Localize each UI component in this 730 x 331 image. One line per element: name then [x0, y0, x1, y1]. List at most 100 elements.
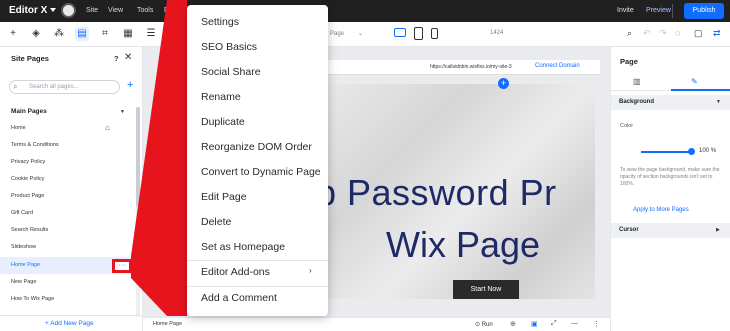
cursor-section-header[interactable]: Cursor ▶ — [611, 223, 730, 238]
zoom-icon[interactable]: ⌕ — [627, 28, 632, 39]
page-row-home[interactable]: Home ⌂ — [0, 120, 136, 137]
hero-start-button[interactable]: Start Now — [453, 280, 519, 299]
opacity-value[interactable]: 100 % — [699, 148, 716, 154]
current-page-label[interactable]: Home Page — [153, 321, 182, 327]
desktop-icon[interactable] — [394, 28, 406, 37]
table-icon[interactable]: ☰ — [144, 27, 158, 41]
comments-icon[interactable]: ▢ — [694, 28, 703, 39]
background-section-header[interactable]: Background ▼ — [611, 95, 730, 110]
page-row[interactable]: Gift Card — [0, 205, 136, 222]
width-readout[interactable]: 1424 — [490, 30, 503, 36]
menu-item-duplicate[interactable]: Duplicate — [187, 111, 328, 135]
caret-down-icon[interactable] — [177, 77, 183, 82]
add-section-icon[interactable]: + — [498, 78, 509, 89]
publish-button[interactable]: Publish — [684, 3, 724, 19]
divider — [672, 4, 673, 18]
more-icon[interactable]: ⋮ — [593, 320, 600, 328]
apps-icon[interactable]: ⁂ — [52, 27, 66, 41]
help-icon[interactable]: ? — [114, 54, 119, 63]
inspector-tabs: ▥ ✎ — [611, 73, 730, 91]
layers-icon[interactable]: ◈ — [29, 27, 43, 41]
preview-button[interactable]: Preview — [646, 7, 671, 14]
page-label: How To Wix Page — [11, 296, 55, 302]
mobile-icon[interactable] — [431, 28, 438, 39]
menu-view[interactable]: View — [108, 7, 123, 14]
strip-more-icon[interactable]: ··· — [175, 304, 182, 311]
scrollbar[interactable] — [136, 107, 140, 317]
media-icon[interactable]: ⌗ — [98, 27, 112, 41]
run-label: Run — [481, 322, 493, 328]
page-label: Terms & Conditions — [11, 142, 59, 148]
hero-section[interactable]: p Password Pr Wix Page Start Now — [328, 84, 595, 299]
layout-icon[interactable]: ▣ — [531, 320, 538, 328]
pages-icon[interactable]: ▤ — [75, 27, 89, 41]
menu-item-reorganize-dom[interactable]: Reorganize DOM Order — [187, 136, 328, 160]
opacity-unit: % — [710, 148, 717, 154]
blocks-icon[interactable]: ▦ — [121, 27, 135, 41]
page-row[interactable]: Slideshow — [0, 239, 136, 256]
redo-icon[interactable]: ↷ — [659, 28, 667, 39]
tablet-icon[interactable] — [414, 27, 423, 40]
page-label: Gift Card — [11, 210, 34, 216]
slider-handle[interactable] — [688, 148, 695, 155]
connect-domain-link[interactable]: Connect Domain — [535, 63, 580, 69]
menu-item-add-comment[interactable]: Add a Comment — [187, 287, 328, 311]
menu-item-convert-dynamic[interactable]: Convert to Dynamic Page — [187, 161, 328, 185]
menu-item-label: Convert to Dynamic Page — [201, 166, 321, 178]
chevron-down-icon[interactable] — [50, 8, 56, 12]
menu-item-label: Edit Page — [201, 191, 247, 203]
page-more-button[interactable]: ··· — [112, 259, 132, 273]
tab-design-icon[interactable]: ✎ — [691, 77, 698, 86]
menu-item-social-share[interactable]: Social Share — [187, 61, 328, 85]
menu-item-editor-addons[interactable]: Editor Add-ons › — [187, 261, 328, 285]
menu-item-seo-basics[interactable]: SEO Basics — [187, 36, 328, 60]
apply-to-more-pages-link[interactable]: Apply to More Pages — [633, 207, 689, 213]
page-row[interactable]: How To Wix Page — [0, 291, 136, 308]
menu-item-edit-page[interactable]: Edit Page — [187, 186, 328, 210]
add-page-icon[interactable]: + — [127, 79, 133, 91]
menu-item-set-homepage[interactable]: Set as Homepage — [187, 236, 328, 260]
brand-title[interactable]: Editor X — [9, 5, 47, 16]
page-row[interactable]: Search Results — [0, 222, 136, 239]
opacity-slider[interactable] — [641, 151, 691, 153]
menu-item-label: Set as Homepage — [201, 241, 286, 253]
menu-e[interactable]: E — [164, 7, 169, 14]
menu-item-label: Add a Comment — [201, 292, 277, 304]
page-row[interactable]: Cookie Policy — [0, 171, 136, 188]
menu-site[interactable]: Site — [86, 7, 98, 14]
menu-item-rename[interactable]: Rename — [187, 86, 328, 110]
search-input[interactable]: ⌕ Search all pages... — [9, 80, 120, 94]
notification-icon[interactable]: ◌ — [675, 28, 680, 38]
caret-down-icon[interactable]: ▼ — [120, 109, 125, 115]
add-icon[interactable]: + — [6, 27, 20, 41]
site-avatar[interactable] — [61, 3, 76, 18]
menu-item-delete[interactable]: Delete — [187, 211, 328, 235]
page-selector[interactable]: Page ⌄ — [330, 30, 363, 37]
hero-heading-line2[interactable]: Wix Page — [386, 224, 540, 266]
add-new-page-button[interactable]: + Add New Page — [45, 320, 94, 327]
page-label: Product Page — [11, 193, 45, 199]
run-button[interactable]: ⊙ Run — [475, 321, 493, 328]
close-icon[interactable]: ✕ — [124, 52, 132, 63]
menu-item-settings[interactable]: Settings — [187, 11, 328, 35]
hero-heading-line1[interactable]: p Password Pr — [328, 172, 557, 214]
home-icon: ⌂ — [105, 123, 110, 132]
section-main-pages[interactable]: Main Pages — [11, 108, 47, 115]
invite-button[interactable]: Invite — [617, 7, 634, 14]
page-row[interactable]: Product Page — [0, 188, 136, 205]
site-pages-panel: Site Pages ? ✕ ⌕ Search all pages... + M… — [0, 47, 143, 331]
play-icon: ⊙ — [475, 322, 482, 328]
help-text: To view the page background, make sure t… — [620, 167, 720, 187]
tab-layout-icon[interactable]: ▥ — [633, 77, 641, 86]
grid-icon[interactable]: ⊕ — [510, 320, 516, 328]
menu-tools[interactable]: Tools — [137, 7, 153, 14]
scrollbar-thumb[interactable] — [136, 107, 140, 207]
page-row[interactable]: New Page — [0, 274, 136, 291]
page-row[interactable]: Terms & Conditions — [0, 137, 136, 154]
menu-item-label: Delete — [201, 216, 232, 228]
page-row[interactable]: Privacy Policy — [0, 154, 136, 171]
inspector-icon[interactable]: ⇄ — [713, 28, 721, 39]
expand-icon[interactable]: ⤢ — [551, 320, 557, 328]
undo-icon[interactable]: ↶ — [643, 28, 651, 39]
minus-icon[interactable]: — — [571, 320, 578, 327]
